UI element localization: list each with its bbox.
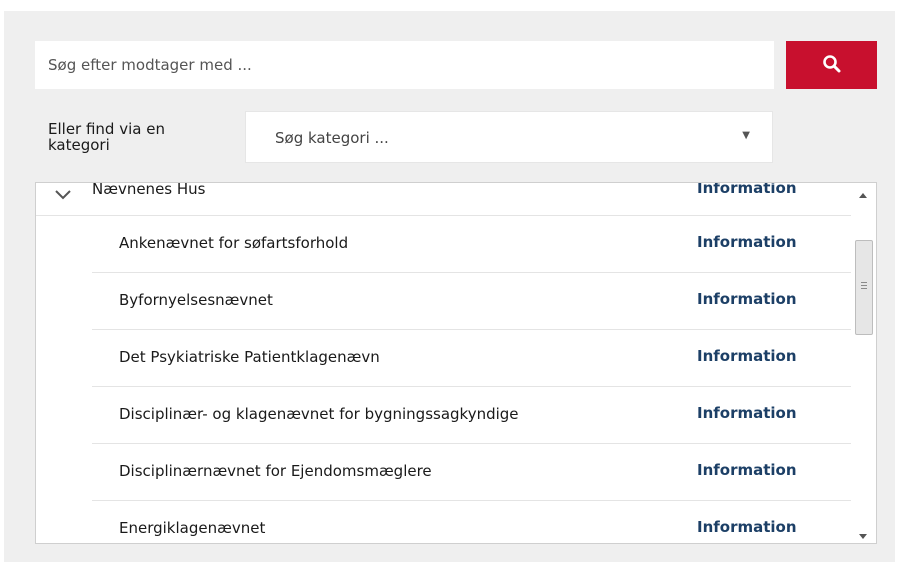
- grip-icon: [861, 282, 867, 289]
- list-scrollbar[interactable]: [851, 183, 876, 543]
- list-item[interactable]: Ankenævnet for søfartsforhold Informatio…: [36, 216, 851, 273]
- caret-down-icon: ▼: [742, 130, 750, 141]
- category-select-placeholder: Søg kategori ...: [275, 129, 389, 147]
- information-link[interactable]: Information: [697, 233, 797, 251]
- group-name: Nævnenes Hus: [92, 182, 206, 198]
- list-item-name: Ankenævnet for søfartsforhold: [119, 234, 349, 252]
- list-item-name: Det Psykiatriske Patientklagenævn: [119, 348, 380, 366]
- search-icon: [822, 54, 842, 77]
- information-link[interactable]: Information: [697, 461, 797, 479]
- list-item[interactable]: Det Psykiatriske Patientklagenævn Inform…: [36, 330, 851, 387]
- list-item-name: Byfornyelsesnævnet: [119, 291, 273, 309]
- search-input[interactable]: [35, 41, 774, 89]
- recipient-list[interactable]: Nævnenes Hus Information Ankenævnet for …: [35, 182, 877, 544]
- category-select[interactable]: Søg kategori ... ▼: [245, 111, 773, 163]
- scrollbar-thumb[interactable]: [855, 240, 873, 335]
- list-item[interactable]: Disciplinærnævnet for Ejendomsmæglere In…: [36, 444, 851, 501]
- information-link[interactable]: Information: [697, 404, 797, 422]
- category-label: Eller find via en kategori: [48, 120, 165, 154]
- scroll-down-arrow-icon[interactable]: [856, 529, 870, 543]
- list-item-name: Disciplinær- og klagenævnet for bygnings…: [119, 405, 519, 423]
- search-button[interactable]: [786, 41, 877, 89]
- information-link[interactable]: Information: [697, 290, 797, 308]
- chevron-down-icon[interactable]: [55, 185, 71, 204]
- scroll-up-arrow-icon[interactable]: [856, 188, 870, 202]
- group-information-link[interactable]: Information: [697, 183, 797, 197]
- list-item-name: Disciplinærnævnet for Ejendomsmæglere: [119, 462, 432, 480]
- list-item[interactable]: Energiklagenævnet Information: [36, 501, 851, 543]
- information-link[interactable]: Information: [697, 347, 797, 365]
- information-link[interactable]: Information: [697, 518, 797, 536]
- group-row[interactable]: Nævnenes Hus Information: [36, 183, 851, 216]
- list-item[interactable]: Byfornyelsesnævnet Information: [36, 273, 851, 330]
- list-item[interactable]: Disciplinær- og klagenævnet for bygnings…: [36, 387, 851, 444]
- list-item-name: Energiklagenævnet: [119, 519, 266, 537]
